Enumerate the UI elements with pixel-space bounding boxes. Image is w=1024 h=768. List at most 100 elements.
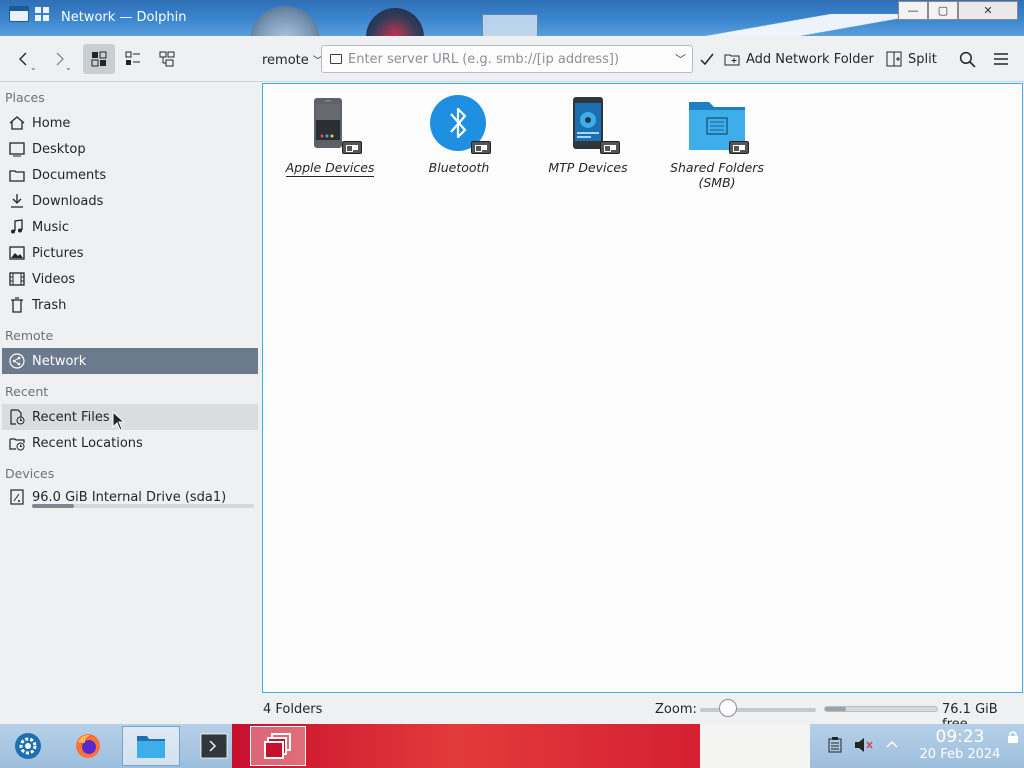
location-scheme-label: remote [262, 53, 309, 68]
compact-view-button[interactable] [118, 44, 148, 74]
sidebar-item-label: Recent Locations [32, 435, 143, 451]
confirm-location-button[interactable] [695, 44, 719, 74]
sidebar-item-network[interactable]: Network [2, 348, 258, 374]
server-url-input[interactable] [348, 49, 668, 69]
sidebar-item-label: Network [32, 353, 87, 369]
section-title-places: Places [5, 90, 45, 105]
folder-item-shared-folders-smb[interactable]: Shared Folders (SMB) [657, 94, 777, 190]
desktop-icon [8, 140, 26, 158]
network-badge-icon [471, 141, 491, 154]
music-icon [8, 218, 26, 236]
wallpaper-decoration [482, 14, 538, 36]
zoom-slider-handle[interactable] [718, 699, 737, 717]
add-network-folder-button[interactable]: Add Network Folder [724, 44, 874, 74]
videos-icon [8, 270, 26, 288]
network-badge-icon [729, 141, 749, 154]
firefox-button[interactable] [64, 726, 112, 766]
lock-icon[interactable] [1004, 728, 1022, 746]
sidebar-item-label: Downloads [32, 193, 104, 209]
wallpaper-decoration [366, 8, 424, 36]
section-title-remote: Remote [5, 328, 54, 343]
clipboard-tray-icon[interactable] [826, 736, 844, 754]
sidebar-item-label: Videos [32, 271, 76, 287]
wallpaper-decoration [700, 724, 810, 768]
split-button[interactable]: Split [886, 44, 944, 74]
hamburger-menu-icon [994, 53, 1008, 65]
back-history-icon[interactable]: ⌄ [30, 63, 37, 72]
location-scheme-dropdown[interactable]: remote ﹀ [262, 52, 323, 68]
sidebar-item-recent-files[interactable]: Recent Files [2, 404, 258, 430]
mtp-devices-icon [558, 94, 620, 154]
network-badge-icon [600, 141, 620, 154]
sidebar-item-documents[interactable]: Documents [2, 162, 258, 188]
folder-icon [330, 54, 342, 64]
wallpaper-decoration [250, 6, 320, 36]
sidebar-item-downloads[interactable]: Downloads [2, 188, 258, 214]
zoom-slider[interactable] [700, 708, 816, 712]
sidebar-item-label: 96.0 GiB Internal Drive (sda1) [32, 489, 227, 505]
close-button[interactable]: ✕ [958, 1, 1018, 20]
dolphin-taskbar-button[interactable] [122, 726, 180, 766]
sidebar-item-label: Home [32, 115, 71, 131]
application-launcher-button[interactable] [4, 726, 52, 766]
smb-folder-icon [687, 94, 749, 154]
file-view[interactable]: Apple Devices Bluetooth MTP Devices Shar… [262, 83, 1023, 693]
clock-date: 20 Feb 2024 [919, 747, 1001, 762]
sidebar-item-label: Pictures [32, 245, 84, 261]
clock-time: 09:23 [935, 727, 985, 747]
icons-view-button[interactable] [83, 44, 115, 74]
folder-item-label: Shared Folders (SMB) [670, 160, 764, 190]
sidebar-item-pictures[interactable]: Pictures [2, 240, 258, 266]
folder-item-mtp-devices[interactable]: MTP Devices [528, 94, 648, 175]
window-title: Network — Dolphin [61, 10, 187, 25]
folder-item-apple-devices[interactable]: Apple Devices [270, 94, 390, 177]
status-bar: 4 Folders Zoom: 76.1 GiB free [262, 697, 1024, 732]
apple-devices-icon [300, 94, 362, 154]
hamburger-menu-button[interactable] [988, 44, 1014, 74]
location-history-icon[interactable]: ﹀ [675, 51, 686, 67]
split-view-icon [886, 51, 902, 67]
launcher-icon [15, 733, 41, 759]
minimize-button[interactable]: — [898, 1, 928, 20]
free-space-bar[interactable] [824, 706, 938, 712]
sidebar-item-label: Music [32, 219, 69, 235]
split-label: Split [908, 51, 937, 67]
zoom-label: Zoom: [655, 702, 697, 717]
folder-item-label: MTP Devices [548, 160, 628, 175]
home-icon [8, 114, 26, 132]
window-menu-icon[interactable] [35, 7, 49, 21]
drive-usage-fill [32, 504, 75, 508]
forward-button[interactable]: ⌄ [45, 44, 73, 74]
window-switcher-button[interactable] [250, 726, 306, 766]
sidebar-item-home[interactable]: Home [2, 110, 258, 136]
location-bar[interactable]: ﹀ [321, 45, 693, 73]
wallpaper-decoration [640, 14, 940, 36]
dolphin-app-icon[interactable] [9, 6, 29, 22]
folder-item-label: Apple Devices [285, 160, 375, 177]
dolphin-icon [137, 736, 165, 758]
details-view-icon [159, 51, 175, 67]
places-panel: Places Home Desktop Documents Downloads … [0, 82, 262, 698]
maximize-button[interactable]: ▢ [928, 1, 958, 20]
digital-clock[interactable]: 09:23 20 Feb 2024 [905, 728, 1015, 763]
back-button[interactable]: ⌄ [10, 44, 38, 74]
window-switcher-icon [264, 733, 291, 759]
sidebar-item-recent-locations[interactable]: Recent Locations [2, 430, 258, 456]
sidebar-item-videos[interactable]: Videos [2, 266, 258, 292]
add-network-folder-label: Add Network Folder [746, 51, 874, 67]
search-button[interactable] [954, 44, 980, 74]
free-space-fill [825, 707, 847, 711]
forward-history-icon[interactable]: ⌄ [65, 63, 72, 72]
terminal-button[interactable] [190, 726, 238, 766]
compact-view-icon [125, 51, 140, 65]
sidebar-item-trash[interactable]: Trash [2, 292, 258, 318]
details-view-button[interactable] [152, 44, 182, 74]
checkmark-icon [700, 53, 714, 66]
taskbar: 09:23 20 Feb 2024 [0, 724, 1024, 768]
folder-item-bluetooth[interactable]: Bluetooth [399, 94, 519, 175]
title-bar[interactable]: Network — Dolphin — ▢ ✕ [0, 0, 1024, 36]
sidebar-item-desktop[interactable]: Desktop [2, 136, 258, 162]
volume-muted-tray-icon[interactable] [853, 736, 875, 754]
sidebar-item-music[interactable]: Music [2, 214, 258, 240]
expand-tray-icon[interactable] [883, 736, 901, 754]
